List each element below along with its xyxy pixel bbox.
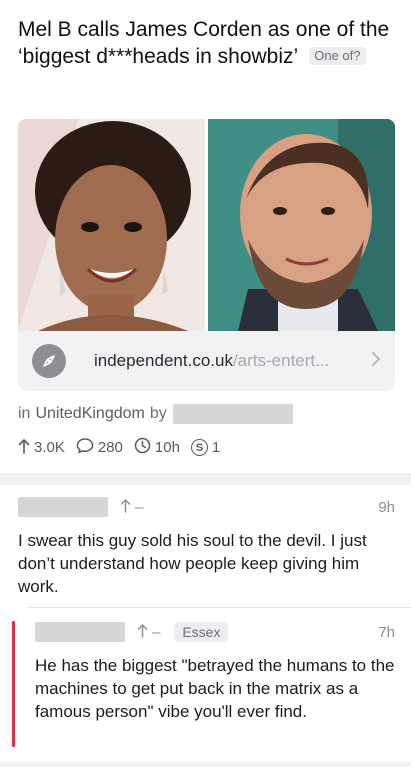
award-count: 1 (211, 439, 221, 456)
thread-line[interactable] (12, 621, 15, 747)
age-stat: 10h (134, 437, 180, 458)
section-divider (0, 473, 411, 485)
link-url: independent.co.uk/arts-entert... (94, 351, 359, 371)
by-label: by (149, 405, 167, 422)
post-meta: in UnitedKingdom by (18, 404, 293, 424)
post-flair: One of? (309, 47, 366, 65)
comment-score: – (152, 623, 161, 641)
reply-divider (28, 607, 411, 608)
clock-icon (134, 437, 155, 458)
link-domain: independent.co.uk (94, 351, 233, 370)
speech-bubble-icon (76, 437, 98, 458)
arrow-up-icon (18, 438, 34, 458)
comment-body: He has the biggest "betrayed the humans … (35, 656, 395, 721)
redacted-username (172, 404, 293, 424)
comment-body: I swear this guy sold his soul to the de… (18, 531, 367, 596)
post-stats: 3.0K 280 10h S 1 (18, 437, 231, 458)
link-path: /arts-entert... (232, 351, 330, 370)
upvote-count: 3.0K (34, 439, 65, 456)
post-thumbnail[interactable] (18, 119, 395, 331)
comment-vote[interactable]: – (120, 498, 143, 517)
post-age: 10h (154, 439, 180, 456)
comment-vote[interactable]: – (137, 623, 160, 642)
redacted-username (35, 622, 125, 642)
post-title[interactable]: Mel B calls James Corden as one of the ‘… (18, 16, 398, 70)
comment-count: 280 (97, 439, 123, 456)
chevron-right-icon (371, 351, 381, 372)
upvote-stat[interactable]: 3.0K (18, 438, 65, 458)
reply-comment[interactable]: – Essex 7h He has the biggest "betrayed … (35, 622, 395, 723)
award-stat[interactable]: S 1 (190, 439, 221, 456)
subreddit-prefix: in (18, 405, 31, 422)
comment-header: – Essex 7h (35, 622, 395, 642)
comment-score: – (135, 498, 144, 516)
comment-time: 9h (378, 498, 395, 516)
comment-time: 7h (378, 623, 395, 641)
bottom-divider (0, 762, 411, 767)
user-flair: Essex (174, 622, 229, 642)
arrow-up-icon (120, 498, 135, 517)
comments-stat[interactable]: 280 (76, 437, 123, 458)
award-icon: S (190, 439, 208, 456)
comment[interactable]: – 9h I swear this guy sold his soul to t… (18, 497, 395, 598)
link-preview-bar[interactable]: independent.co.uk/arts-entert... (18, 331, 395, 391)
comment-header: – 9h (18, 497, 395, 517)
photo-woman (18, 119, 205, 331)
compass-icon (32, 344, 66, 378)
redacted-username (18, 497, 108, 517)
subreddit-link[interactable]: UnitedKingdom (35, 405, 144, 423)
arrow-up-icon (137, 623, 152, 642)
photo-man (208, 119, 395, 331)
